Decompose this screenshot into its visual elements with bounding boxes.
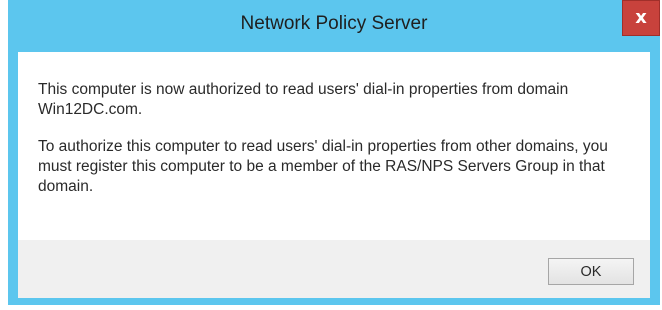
title-bar[interactable]: Network Policy Server x [8,0,660,52]
message-dialog: Network Policy Server x This computer is… [8,0,660,305]
ok-button[interactable]: OK [548,258,634,285]
message-paragraph-instructions: To authorize this computer to read users… [38,138,608,195]
window-title: Network Policy Server [240,13,428,34]
close-button[interactable]: x [622,0,660,36]
message-text: This computer is now authorized to read … [38,80,628,214]
close-icon: x [635,7,647,28]
button-bar: OK [18,240,650,298]
message-paragraph-authorized: This computer is now authorized to read … [38,81,569,118]
